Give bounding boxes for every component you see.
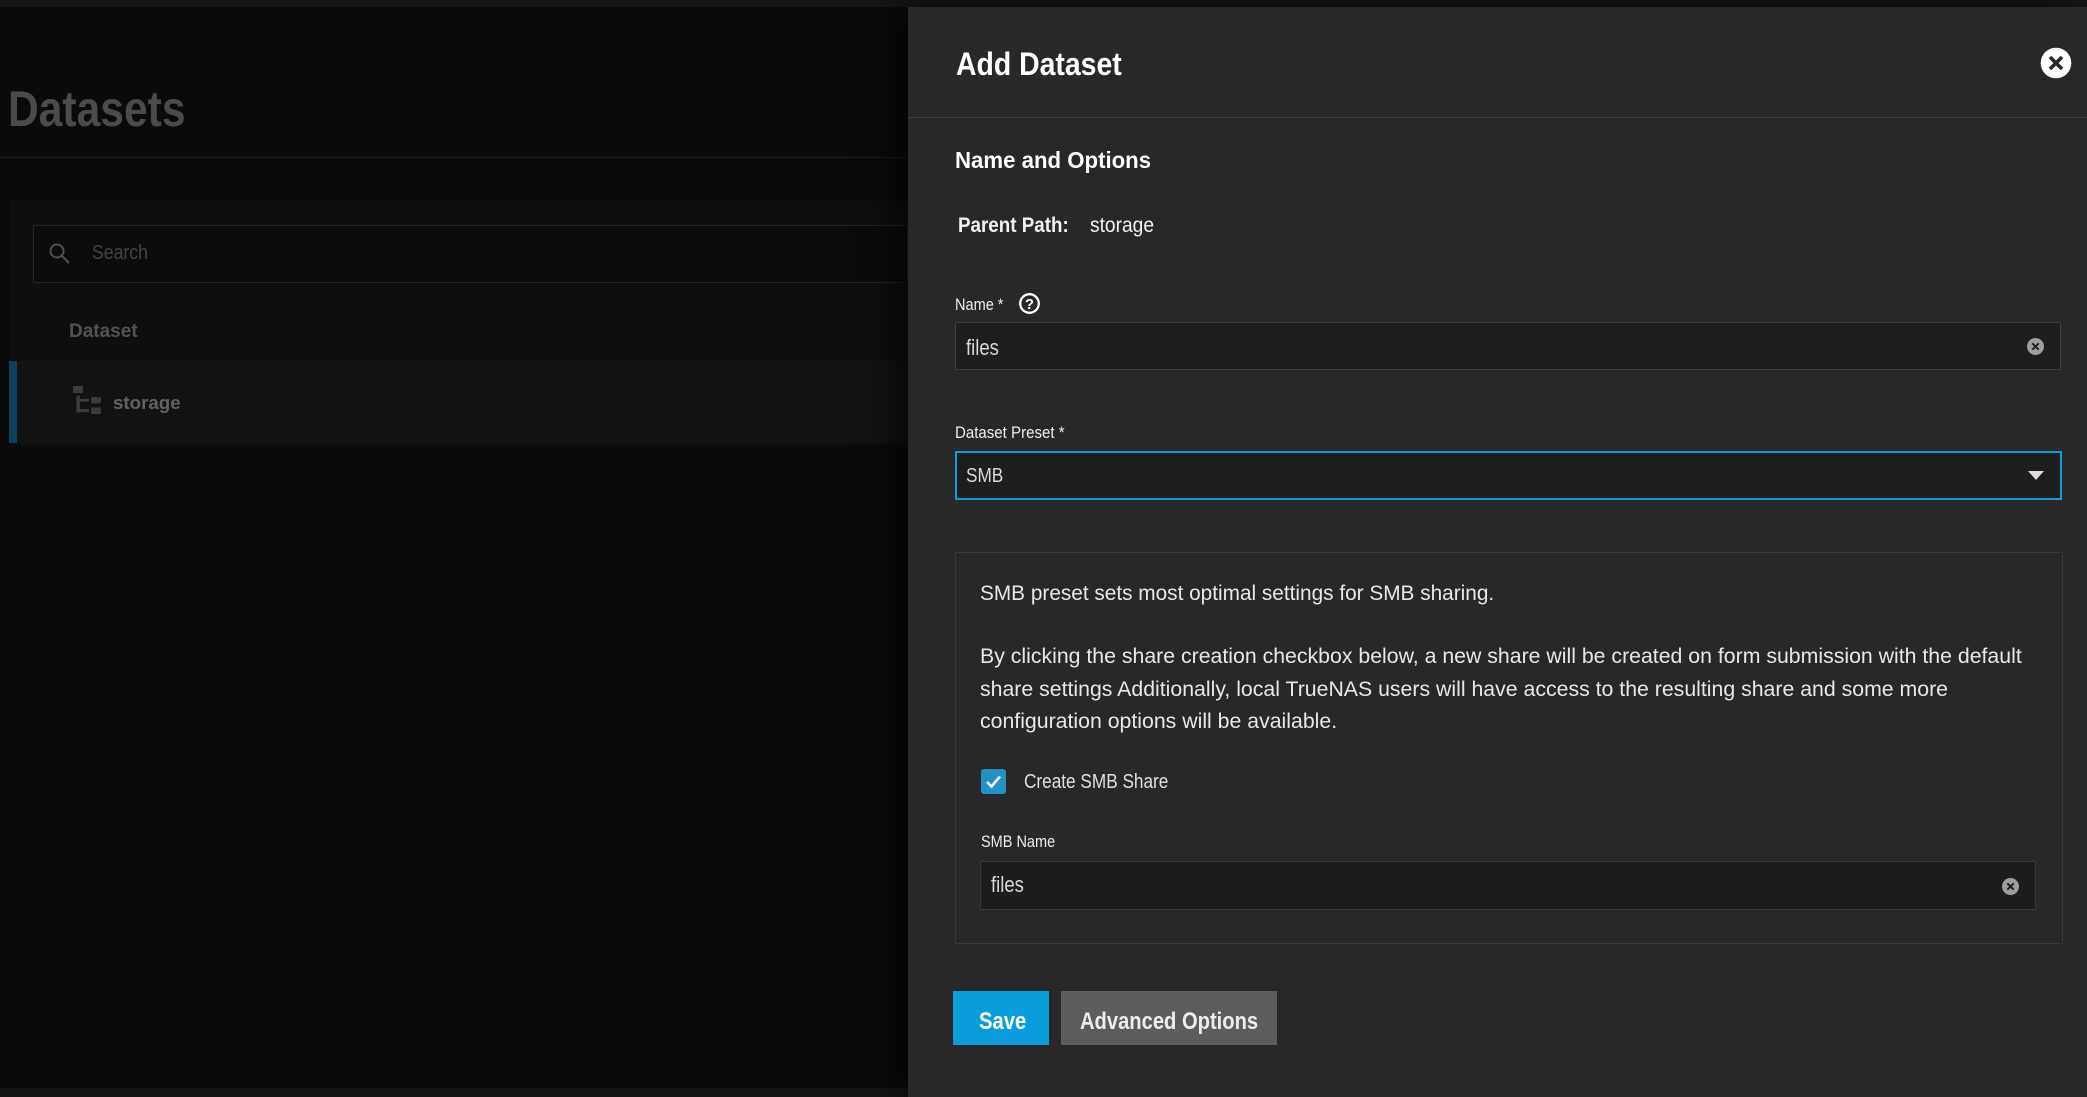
svg-text:?: ?	[1025, 295, 1034, 312]
